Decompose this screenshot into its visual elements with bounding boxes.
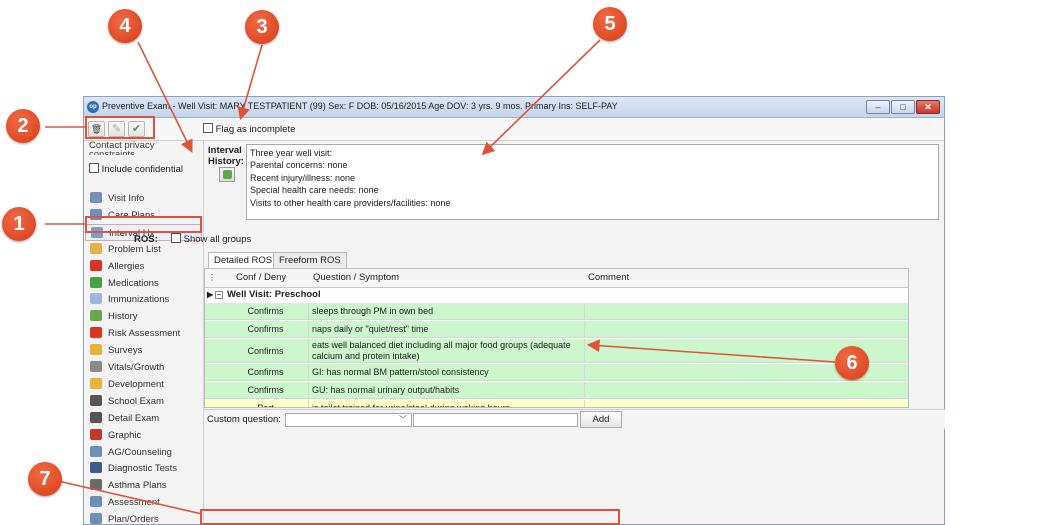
arrow-6 [586,339,836,363]
callout-arrows [45,39,836,515]
highlight-interval-hx [85,216,202,233]
callout-4: 4 [108,9,142,43]
arrow-7 [57,480,203,515]
callout-5: 5 [593,7,627,41]
callout-7: 7 [28,462,62,496]
callout-2: 2 [6,109,40,143]
arrow-5 [481,39,601,156]
highlight-toolbar [85,116,155,139]
callout-6: 6 [835,346,869,380]
highlight-custom-question [200,509,620,525]
arrow-3 [237,44,263,121]
callout-1: 1 [2,207,36,241]
callout-3: 3 [245,10,279,44]
